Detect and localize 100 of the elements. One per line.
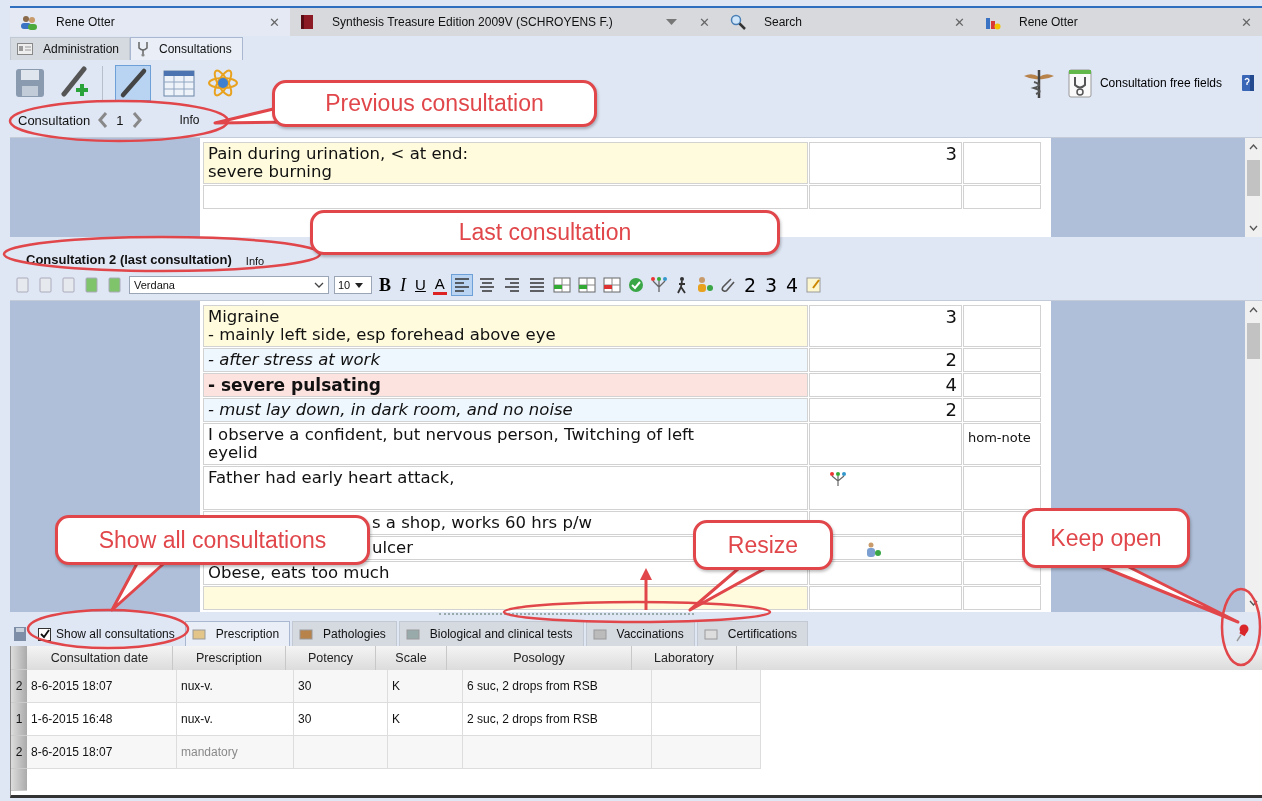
weight-cell: 3 <box>809 142 962 184</box>
info-link[interactable]: Info <box>179 113 200 127</box>
table-cell: 30 <box>294 670 388 703</box>
document-tab[interactable]: Search ✕ <box>720 8 975 36</box>
pen-icon[interactable] <box>115 65 151 101</box>
checkmark-icon <box>39 629 50 639</box>
row-header <box>11 646 27 670</box>
merge-row-icon[interactable] <box>576 276 597 294</box>
person-molecule-icon <box>866 542 882 558</box>
floppy-icon[interactable] <box>14 626 26 642</box>
consultation-number: 1 <box>116 112 124 128</box>
scroll-up-icon[interactable] <box>1249 307 1258 313</box>
weight-cell: 4 <box>809 373 962 397</box>
delete-table-icon[interactable] <box>601 276 622 294</box>
panel-tab[interactable]: Certifications <box>696 621 809 646</box>
underline-button[interactable]: U <box>413 275 428 295</box>
next-icon[interactable] <box>131 112 142 128</box>
table-cell: mandatory <box>177 736 294 769</box>
book-icon <box>300 14 314 30</box>
panel-tab[interactable]: Pathologies <box>292 621 397 646</box>
check-icon[interactable] <box>626 276 645 294</box>
consultation-free-fields-button[interactable]: Consultation free fields <box>1065 67 1222 99</box>
weight-button[interactable]: 4 <box>784 275 801 295</box>
scrollbar[interactable] <box>1245 138 1262 237</box>
atom-icon[interactable] <box>207 67 239 99</box>
tab-title: Synthesis Treasure Edition 2009V (SCHROYENS F.) <box>332 15 614 29</box>
align-left-icon[interactable] <box>451 275 472 295</box>
italic-button[interactable]: I <box>398 275 408 295</box>
search-icon <box>730 14 746 30</box>
caret-icon[interactable] <box>666 19 677 25</box>
table-cell: 8-6-2015 18:07 <box>27 670 177 703</box>
tab-title: Rene Otter <box>56 15 116 29</box>
tab-title: Rene Otter <box>1019 15 1079 29</box>
callout-bubble: Last consultation <box>310 210 780 255</box>
resize-handle[interactable] <box>438 613 694 618</box>
stethoscope-icon <box>137 41 150 57</box>
help-icon[interactable] <box>1242 75 1254 91</box>
stethoscope-bag-icon <box>1065 67 1094 99</box>
tab-icon <box>405 627 420 641</box>
bold-button[interactable]: B <box>377 275 393 295</box>
document-tab[interactable]: Rene Otter ✕ <box>975 8 1262 36</box>
symptom-cell: Migraine - mainly left side, esp forehead above eye <box>203 305 808 347</box>
symptom-cell: - severe pulsating <box>203 373 808 397</box>
size-dropdown[interactable]: 10 <box>334 276 372 294</box>
tree-icon <box>830 472 846 486</box>
show-all-checkbox[interactable]: Show all consultations <box>34 627 183 646</box>
font-dropdown[interactable]: Verdana <box>129 276 329 294</box>
previous-icon[interactable] <box>98 112 109 128</box>
close-button[interactable]: ✕ <box>1241 14 1252 30</box>
tab-icon <box>592 627 607 641</box>
record-tab[interactable]: Administration <box>10 37 131 60</box>
symptom-cell: - after stress at work <box>203 348 808 372</box>
up-arrow <box>640 568 652 610</box>
id-card-icon <box>17 43 33 55</box>
panel-tab[interactable]: Biological and clinical tests <box>398 621 584 646</box>
table-cell: 6 suc, 2 drops from RSB <box>463 670 652 703</box>
pin-icon[interactable] <box>1236 624 1250 642</box>
consultation-label: Consultation <box>18 112 91 128</box>
table-icon[interactable] <box>163 68 195 98</box>
tab-icon <box>299 627 314 641</box>
close-button[interactable]: ✕ <box>269 14 280 30</box>
pen-plus-icon[interactable] <box>58 66 90 100</box>
weight-cell: 2 <box>809 348 962 372</box>
row-header <box>11 769 27 791</box>
table-cell: nux-v. <box>177 670 294 703</box>
table-cell: K <box>388 703 463 736</box>
insert-row-icon[interactable] <box>551 276 572 294</box>
weight-button[interactable]: 3 <box>762 275 780 295</box>
panel-tab[interactable]: Prescription <box>184 621 291 646</box>
note-cell: hom-note <box>963 423 1041 465</box>
info-link[interactable]: Info <box>245 255 265 267</box>
table-cell: 1-6-2015 16:48 <box>27 703 177 736</box>
row-number: 2 <box>11 736 27 769</box>
symptom-cell: Pain during urination, < at end: severe burning <box>203 142 808 184</box>
close-button[interactable]: ✕ <box>699 14 710 30</box>
font-color-button[interactable]: A <box>432 275 447 295</box>
table-cell: K <box>388 670 463 703</box>
scrollbar[interactable] <box>1245 301 1262 612</box>
note-edit-icon[interactable] <box>805 276 824 294</box>
symptom-cell: - must lay down, in dark room, and no noise <box>203 398 808 422</box>
tree-icon[interactable] <box>649 276 668 294</box>
tab-icon <box>191 627 206 641</box>
save-icon[interactable] <box>14 67 46 99</box>
paperclip-icon[interactable] <box>718 276 737 294</box>
scrollbar-thumb[interactable] <box>1247 160 1260 196</box>
scrollbar-thumb[interactable] <box>1247 323 1260 359</box>
document-tab[interactable]: Synthesis Treasure Edition 2009V (SCHROYENS F.) ✕ <box>290 8 720 36</box>
scroll-down-icon[interactable] <box>1249 600 1258 606</box>
weight-button[interactable]: 2 <box>741 275 758 295</box>
panel-tab[interactable]: Vaccinations <box>585 621 695 646</box>
record-tab[interactable]: Consultations <box>130 37 243 60</box>
scroll-down-icon[interactable] <box>1249 225 1258 231</box>
weight-cell: 2 <box>809 398 962 422</box>
symptom-cell: Father had early heart attack, <box>203 466 808 510</box>
scroll-up-icon[interactable] <box>1249 144 1258 150</box>
close-button[interactable]: ✕ <box>954 14 965 30</box>
document-tab[interactable]: Rene Otter ✕ <box>10 8 290 36</box>
row-number: 2 <box>11 670 27 703</box>
chevron-down-icon <box>314 282 324 288</box>
table-cell: nux-v. <box>177 703 294 736</box>
